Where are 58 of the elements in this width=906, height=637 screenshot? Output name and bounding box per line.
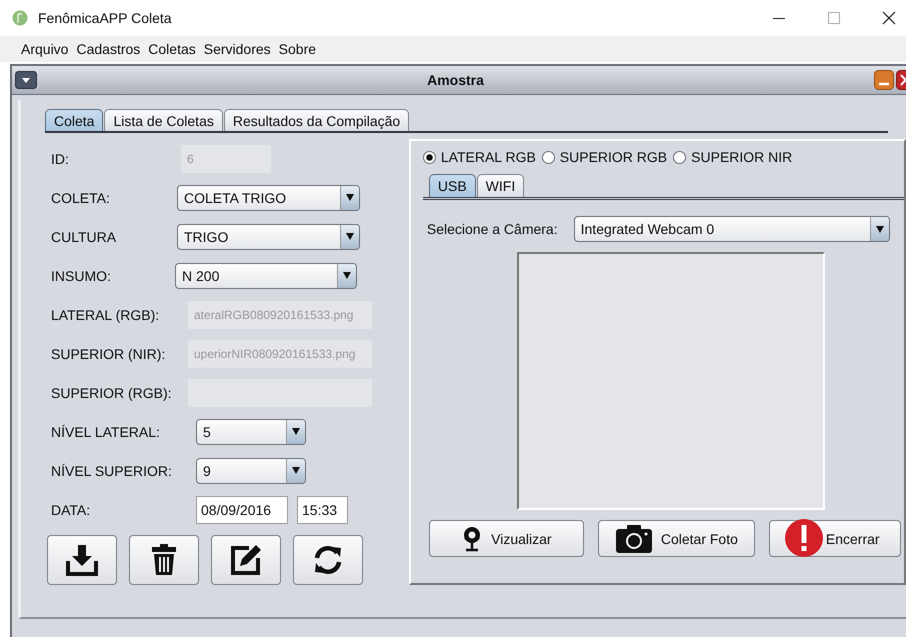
- field-label: DATA:: [51, 502, 92, 518]
- combo-box[interactable]: 9: [196, 458, 306, 484]
- date-field[interactable]: 08/09/2016: [196, 496, 288, 524]
- dropdown-arrow-icon: [876, 226, 884, 232]
- tab[interactable]: Resultados da Compilação: [224, 109, 410, 131]
- dropdown-arrow-icon: [292, 428, 300, 435]
- dropdown-icon[interactable]: [15, 71, 37, 89]
- download-icon: [65, 543, 99, 577]
- radio-option[interactable]: SUPERIOR RGB: [542, 149, 668, 165]
- field-label: NÍVEL LATERAL:: [51, 424, 161, 440]
- menu-item[interactable]: Servidores: [202, 41, 272, 57]
- field-label: NÍVEL SUPERIOR:: [51, 462, 171, 478]
- frame-title: Amostra: [426, 72, 485, 88]
- refresh-icon: [312, 544, 344, 576]
- capture-button[interactable]: Coletar Foto: [598, 520, 755, 557]
- tab[interactable]: Lista de Coletas: [104, 109, 223, 131]
- combo-box[interactable]: 5: [196, 418, 306, 444]
- field-label: Selecione a Câmera:: [426, 221, 558, 237]
- dropdown-arrow-icon: [343, 272, 351, 279]
- field-label: INSUMO:: [51, 268, 112, 284]
- camera-icon: [614, 524, 653, 554]
- field-label: SUPERIOR (RGB):: [51, 384, 171, 400]
- dropdown-arrow-icon: [346, 233, 354, 240]
- field-label: LATERAL (RGB):: [51, 306, 160, 322]
- view-button[interactable]: Vizualizar: [428, 520, 584, 557]
- dropdown-arrow-icon: [346, 194, 354, 201]
- window-title: FenômicaAPP Coleta: [38, 10, 172, 26]
- combo-box[interactable]: COLETA TRIGO: [177, 184, 360, 210]
- tab[interactable]: USB: [428, 174, 476, 197]
- tab[interactable]: WIFI: [476, 174, 524, 197]
- delete-button[interactable]: [129, 535, 199, 585]
- combo-box[interactable]: N 200: [175, 262, 357, 288]
- menu-item[interactable]: Arquivo: [20, 41, 70, 57]
- download-button[interactable]: [47, 535, 117, 585]
- minimize-icon[interactable]: [874, 70, 894, 90]
- menu-item[interactable]: Cadastros: [75, 41, 142, 57]
- app-icon: [12, 10, 28, 26]
- warning-icon: [784, 518, 824, 558]
- menu-item[interactable]: Coletas: [147, 41, 197, 57]
- field-label: SUPERIOR (NIR):: [51, 346, 166, 362]
- refresh-button[interactable]: [293, 535, 363, 585]
- tab[interactable]: Coleta: [45, 109, 104, 131]
- close-icon[interactable]: [896, 70, 906, 90]
- edit-button[interactable]: [211, 535, 281, 585]
- trash-icon: [149, 543, 179, 577]
- field-label: COLETA:: [51, 190, 111, 206]
- field-label: CULTURA: [51, 228, 118, 244]
- menu-item[interactable]: Sobre: [278, 41, 318, 57]
- field-label: ID:: [51, 150, 70, 166]
- radio-option[interactable]: LATERAL RGB: [422, 149, 536, 165]
- dropdown-arrow-icon: [292, 467, 300, 474]
- time-field[interactable]: 15:33: [297, 496, 348, 524]
- combo-box[interactable]: TRIGO: [177, 224, 360, 250]
- edit-icon: [229, 543, 263, 577]
- combo-box[interactable]: Integrated Webcam 0: [574, 216, 890, 242]
- radio-option[interactable]: SUPERIOR NIR: [673, 149, 792, 165]
- close-button[interactable]: Encerrar: [768, 520, 901, 557]
- close-icon[interactable]: [882, 11, 896, 25]
